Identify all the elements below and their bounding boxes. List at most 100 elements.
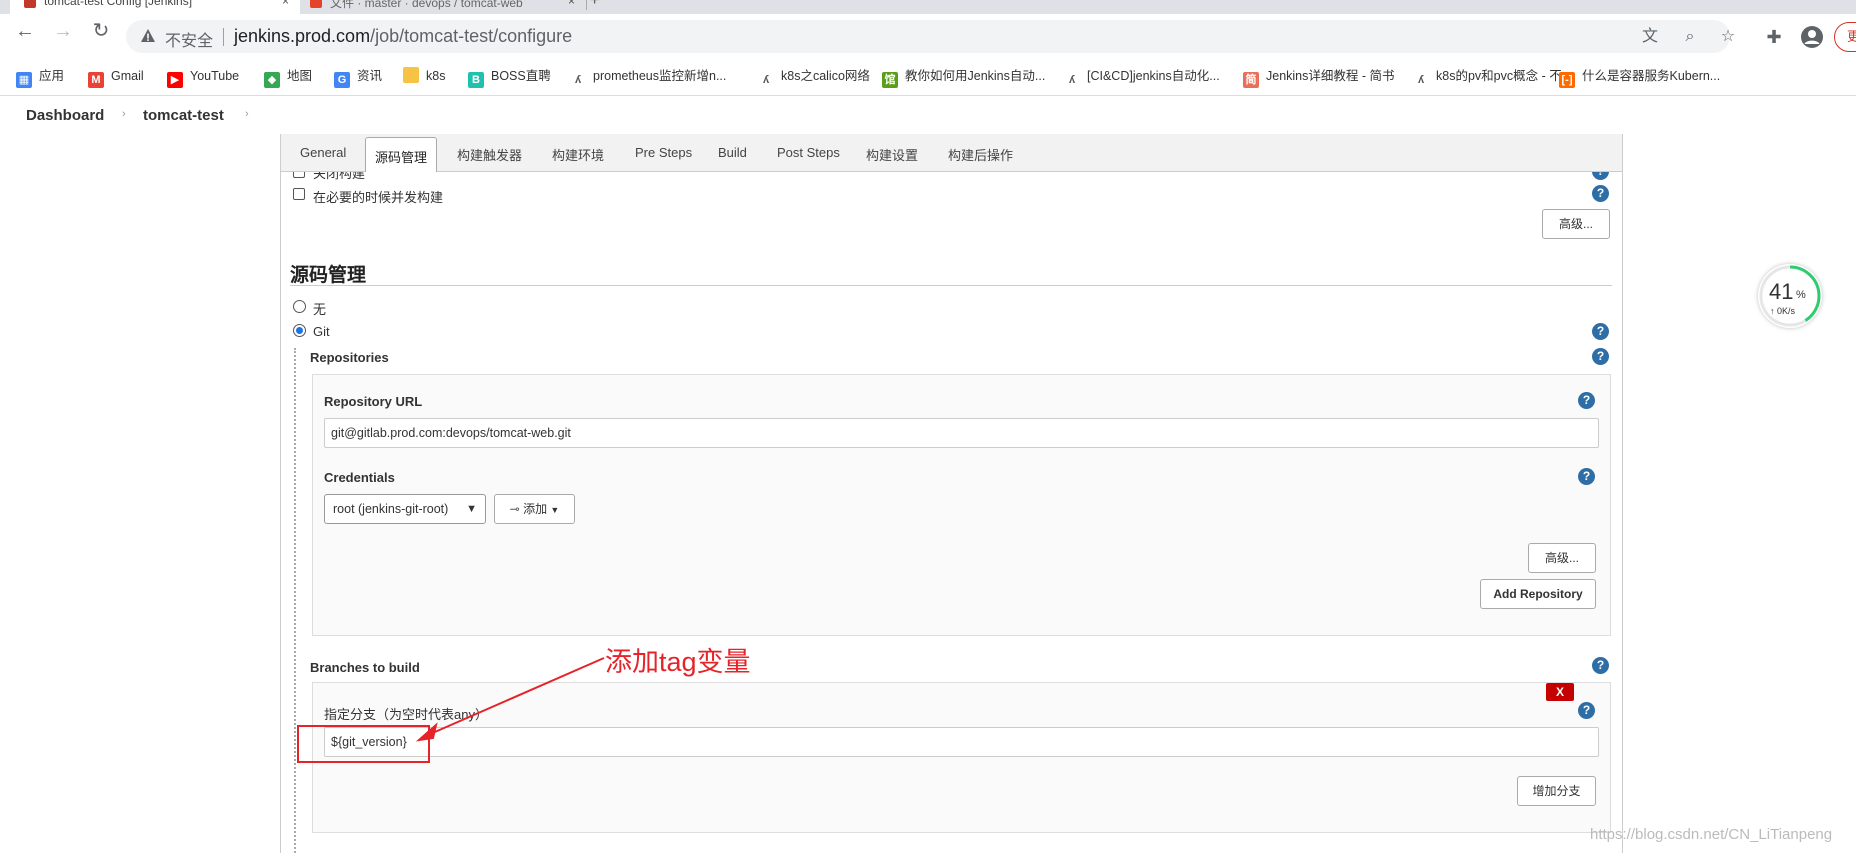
concurrent-build-checkbox[interactable] [293, 188, 305, 200]
tab-build-environment[interactable]: 构建环境 [552, 145, 604, 164]
bookmark-label: 什么是容器服务Kubern... [1582, 69, 1721, 83]
breadcrumb-job[interactable]: tomcat-test [143, 107, 224, 124]
bookmark-item[interactable]: ʎ prometheus监控新增n... [570, 66, 726, 86]
url-host: jenkins.prod.com [234, 26, 371, 46]
repository-advanced-button[interactable]: 高级... [1528, 543, 1596, 573]
add-credentials-label: 添加 [523, 502, 548, 516]
tab-post-steps[interactable]: Post Steps [777, 145, 840, 160]
extensions-puzzle-icon[interactable]: ✚ [1762, 25, 1786, 49]
repository-url-label: Repository URL [324, 394, 423, 409]
tab-post-build-actions[interactable]: 构建后操作 [948, 145, 1013, 164]
tab-pre-steps[interactable]: Pre Steps [635, 145, 692, 160]
bookmark-label: 地图 [287, 69, 313, 83]
help-icon[interactable]: ? [1592, 348, 1609, 365]
forward-arrow-icon[interactable]: → [52, 20, 74, 42]
add-credentials-button[interactable]: ⊸ 添加 ▼ [494, 494, 575, 524]
green-site-icon: 馆 [882, 72, 898, 88]
bookmark-item[interactable]: ▦ 应用 [16, 66, 65, 88]
branches-to-build-label: Branches to build [310, 660, 420, 675]
bookmark-label: k8s之calico网络 [781, 69, 870, 83]
tab-general[interactable]: General [300, 145, 346, 160]
bookmark-item[interactable]: M Gmail [88, 66, 144, 88]
bookmark-item[interactable]: k8s [403, 66, 445, 86]
credentials-label: Credentials [324, 470, 395, 485]
help-icon[interactable]: ? [1578, 392, 1595, 409]
bookmark-item[interactable]: 简 Jenkins详细教程 - 简书 [1243, 66, 1395, 88]
close-tab-icon-2[interactable]: × [568, 0, 575, 8]
repository-url-input[interactable]: git@gitlab.prod.com:devops/tomcat-web.gi… [324, 418, 1599, 448]
gitlab-favicon-icon [310, 0, 322, 8]
speed-percent-sign: % [1796, 289, 1806, 301]
upload-rate-text: ↑ 0K/s [1770, 306, 1796, 316]
tab-build[interactable]: Build [718, 145, 747, 160]
section-divider [290, 285, 1612, 286]
scm-none-radio[interactable] [293, 300, 306, 313]
branch-specifier-input[interactable]: ${git_version} [324, 727, 1599, 757]
aliyun-icon: [-] [1559, 72, 1575, 88]
bookmark-label: BOSS直聘 [491, 69, 551, 83]
chevron-down-icon: ▼ [466, 503, 477, 515]
translate-icon[interactable]: 文 [1640, 27, 1660, 47]
credentials-selected-value: root (jenkins-git-root) [333, 502, 449, 516]
bookmark-item[interactable]: ʎ k8s的pv和pvc概念 - 不... [1413, 66, 1572, 86]
zoom-icon[interactable]: ⌕ [1680, 27, 1700, 47]
bookmark-label: 应用 [39, 69, 65, 83]
browser-tab-title[interactable]: tomcat-test Config [Jenkins] [44, 0, 192, 8]
advanced-button[interactable]: 高级... [1542, 209, 1610, 239]
credentials-select[interactable]: root (jenkins-git-root) ▼ [324, 494, 486, 524]
jianshu-icon: 简 [1243, 72, 1259, 88]
bookmark-item[interactable]: [-] 什么是容器服务Kubern... [1559, 66, 1721, 88]
branch-panel [312, 682, 1611, 833]
scm-git-radio[interactable] [293, 324, 306, 337]
browser-tab-title-2[interactable]: 文件 · master · devops / tomcat-web [330, 0, 523, 11]
repositories-label: Repositories [310, 350, 389, 365]
bookmark-label: k8s的pv和pvc概念 - 不... [1436, 69, 1573, 83]
folder-icon [403, 67, 419, 83]
bookmark-star-icon[interactable]: ☆ [1718, 27, 1738, 47]
bookmark-item[interactable]: ▶ YouTube [167, 66, 239, 88]
news-icon: G [334, 72, 350, 88]
scm-none-label: 无 [313, 302, 327, 317]
help-icon[interactable]: ? [1592, 185, 1609, 202]
close-tab-icon[interactable]: × [282, 0, 289, 8]
help-icon[interactable]: ? [1592, 323, 1609, 340]
caret-down-icon: ▼ [550, 505, 560, 515]
add-repository-button[interactable]: Add Repository [1480, 579, 1596, 609]
tab-build-settings[interactable]: 构建设置 [866, 145, 918, 164]
add-branch-button[interactable]: 增加分支 [1517, 776, 1596, 806]
bookmark-item[interactable]: ʎ [CI&CD]jenkins自动化... [1064, 66, 1220, 86]
bookmark-item[interactable]: B BOSS直聘 [468, 66, 551, 88]
tab-build-triggers[interactable]: 构建触发器 [457, 145, 522, 164]
tab-scm[interactable]: 源码管理 [365, 137, 438, 172]
jenkins-breadcrumb-bar [0, 96, 1856, 134]
annotation-label: 添加tag变量 [605, 647, 751, 677]
account-icon[interactable] [1800, 25, 1824, 49]
bookmark-label: 教你如何用Jenkins自动... [905, 69, 1046, 83]
back-arrow-icon[interactable]: ← [14, 20, 36, 42]
breadcrumb-separator-2: › [245, 108, 249, 120]
new-tab-icon[interactable]: + [590, 0, 599, 10]
bookmark-item[interactable]: G 资讯 [334, 66, 382, 88]
profile-update-button[interactable]: 更 [1834, 22, 1856, 52]
breadcrumb-dashboard[interactable]: Dashboard [26, 107, 104, 124]
not-secure-label[interactable]: 不安全 [165, 27, 213, 51]
jenkins-favicon-icon [24, 0, 36, 8]
breadcrumb-separator: › [122, 108, 126, 120]
bookmark-item[interactable]: ◆ 地图 [264, 66, 313, 88]
watermark-text: https://blog.csdn.net/CN_LiTianpeng [1590, 826, 1833, 843]
speed-percent-value: 41 [1769, 279, 1794, 304]
youtube-icon: ▶ [167, 72, 183, 88]
help-icon[interactable]: ? [1592, 657, 1609, 674]
bookmark-item[interactable]: 馆教你如何用Jenkins自动... [882, 66, 1046, 88]
git-options-rail [294, 348, 296, 853]
help-icon[interactable]: ? [1578, 468, 1595, 485]
bookmark-label: k8s [426, 69, 446, 83]
url-text[interactable]: jenkins.prod.com/job/tomcat-test/configu… [234, 26, 572, 47]
warning-triangle-icon[interactable] [140, 28, 156, 44]
bookmark-item[interactable]: ʎ k8s之calico网络 [758, 66, 870, 86]
annotation-highlight-box [297, 725, 430, 763]
reload-icon[interactable]: ↻ [90, 20, 112, 42]
delete-branch-button[interactable]: X [1546, 683, 1574, 701]
address-divider [223, 28, 224, 46]
help-icon[interactable]: ? [1578, 702, 1595, 719]
